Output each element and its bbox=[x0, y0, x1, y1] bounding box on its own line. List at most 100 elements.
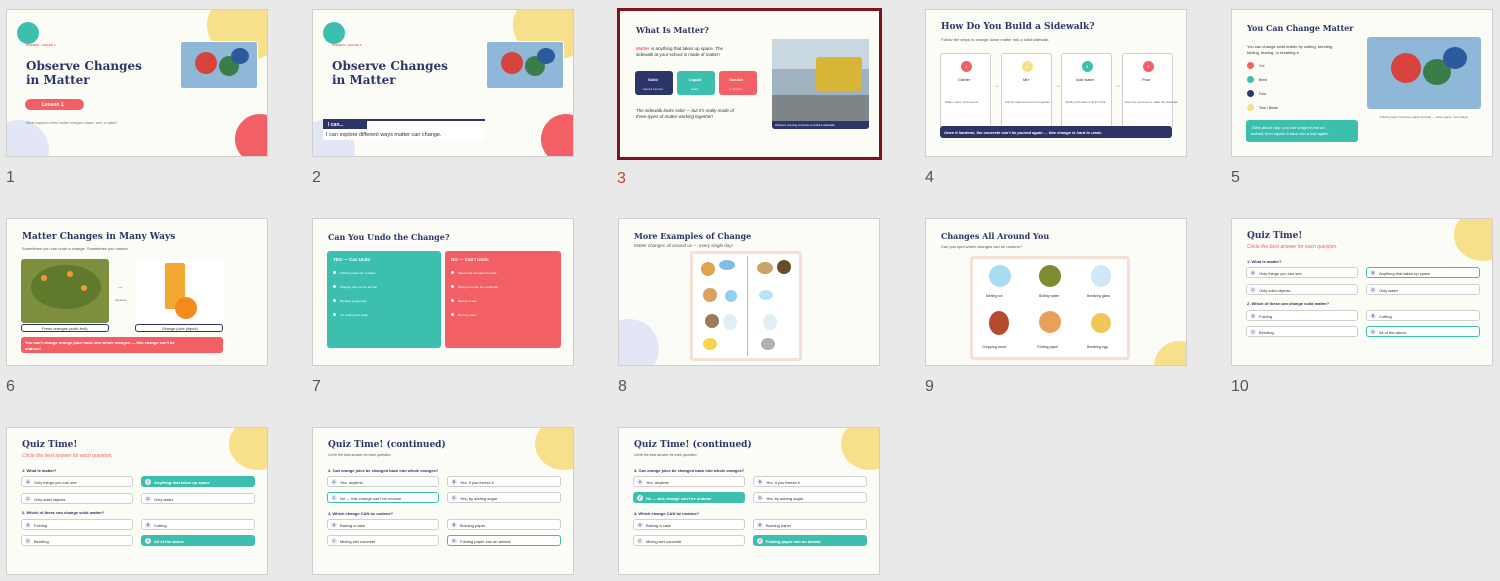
q2-option-d[interactable]: D All of the above bbox=[1366, 326, 1480, 337]
step-card-4: 4 Pour Pour the concrete to make the sid… bbox=[1122, 53, 1178, 128]
slide-number: 7 bbox=[312, 378, 321, 395]
q4-option-a[interactable]: A Baking a cake bbox=[633, 519, 745, 530]
yes-item: Bending a paperclip bbox=[340, 299, 367, 303]
bullet-icon bbox=[333, 271, 336, 274]
slide-thumbnail-6[interactable]: Matter Changes in Many Ways Sometimes yo… bbox=[6, 218, 268, 395]
slide-number: 2 bbox=[312, 169, 321, 186]
q2-option-a[interactable]: A Folding bbox=[21, 519, 133, 530]
slide-thumbnail-2[interactable]: SCIENCE • GRADE 3 Observe Changes in Mat… bbox=[312, 9, 574, 186]
q3-option-d[interactable]: D Yes, by adding sugar bbox=[753, 492, 867, 503]
slide-subtitle: Matter changes all around us — every sin… bbox=[634, 243, 733, 248]
step-label: Mix bbox=[1023, 77, 1030, 82]
q3-option-b[interactable]: B Yes, if you freeze it bbox=[753, 476, 867, 487]
q4-option-d-correct[interactable]: ✓ Folding paper into an animal bbox=[753, 535, 867, 546]
slide-6[interactable]: Matter Changes in Many Ways Sometimes yo… bbox=[6, 218, 268, 366]
q1-option-c[interactable]: C Only solid objects bbox=[1246, 284, 1358, 295]
q1-option-d[interactable]: D Only water bbox=[1366, 284, 1480, 295]
slide-10[interactable]: Quiz Time! Circle the best answer for ea… bbox=[1231, 218, 1493, 366]
slide-number: 10 bbox=[1231, 378, 1249, 395]
q2-option-b[interactable]: B Cutting bbox=[141, 519, 255, 530]
step-label: Add water bbox=[1076, 77, 1095, 82]
q2-option-b[interactable]: B Cutting bbox=[1366, 310, 1480, 321]
slide-thumbnail-4[interactable]: How Do You Build a Sidewalk? Follow the … bbox=[925, 9, 1187, 186]
slide-subtitle: Can you spot which changes can be undone… bbox=[941, 244, 1022, 249]
decor-circle bbox=[1154, 341, 1186, 365]
slide-thumbnail-9[interactable]: Changes All Around You Can you spot whic… bbox=[925, 218, 1187, 395]
item-label: Fold bbox=[1259, 92, 1266, 96]
q3-option-c-correct[interactable]: ✓ No — this change can't be undone bbox=[633, 492, 745, 503]
slide-subtitle: Circle the best answer for each question… bbox=[22, 453, 113, 459]
no-item: Baking a cake bbox=[458, 299, 477, 303]
slide-number: 3 bbox=[617, 170, 626, 187]
slide-11[interactable]: Quiz Time! Circle the best answer for ea… bbox=[6, 427, 268, 575]
slide-thumbnail-13[interactable]: Quiz Time! (continued) Circle the best a… bbox=[618, 427, 880, 581]
slide-sorter-grid: SCIENCE • GRADE 3 Observe Changes in Mat… bbox=[0, 0, 1500, 581]
slide-7[interactable]: Can You Undo the Change? YES — Can Undo … bbox=[312, 218, 574, 366]
q4-option-d[interactable]: D Folding paper into an animal bbox=[447, 535, 561, 546]
q2-option-c[interactable]: C Bending bbox=[1246, 326, 1358, 337]
kicker: SCIENCE • GRADE 3 bbox=[332, 43, 362, 47]
no-item: Burning paper bbox=[458, 313, 477, 317]
q2-option-d-correct[interactable]: ✓ All of the above bbox=[141, 535, 255, 546]
egg-icon bbox=[1091, 313, 1111, 333]
q4-option-b[interactable]: B Burning paper bbox=[753, 519, 867, 530]
ican-label-bg: I can... bbox=[323, 121, 367, 129]
q2-option-a[interactable]: A Folding bbox=[1246, 310, 1358, 321]
step-label: Gather bbox=[958, 77, 971, 82]
slide-4[interactable]: How Do You Build a Sidewalk? Follow the … bbox=[925, 9, 1187, 157]
item-label: Tear / Break bbox=[1259, 106, 1278, 110]
q3-option-b[interactable]: B Yes, if you freeze it bbox=[447, 476, 561, 487]
q3-option-d[interactable]: D Yes, by adding sugar bbox=[447, 492, 561, 503]
q1-option-d[interactable]: D Only water bbox=[141, 493, 255, 504]
step-desc: Slowly add water until it's thick bbox=[1065, 100, 1106, 104]
slide-title: Matter Changes in Many Ways bbox=[22, 232, 176, 242]
cut-icon bbox=[1247, 62, 1254, 69]
ice-icon bbox=[989, 265, 1011, 287]
q4-option-a[interactable]: A Baking a cake bbox=[327, 519, 439, 530]
caption: What happens when matter changes shape, … bbox=[26, 121, 118, 125]
slide-9[interactable]: Changes All Around You Can you spot whic… bbox=[925, 218, 1187, 366]
slide-8[interactable]: More Examples of Change Matter changes a… bbox=[618, 218, 880, 366]
banner: Once it hardens, the concrete can't be p… bbox=[940, 126, 1172, 138]
slide-thumbnail-8[interactable]: More Examples of Change Matter changes a… bbox=[618, 218, 880, 395]
slide-thumbnail-10[interactable]: Quiz Time! Circle the best answer for ea… bbox=[1231, 218, 1493, 395]
slide-1[interactable]: SCIENCE • GRADE 3 Observe Changes in Mat… bbox=[6, 9, 268, 157]
slide-title: Quiz Time! bbox=[22, 440, 78, 450]
q3-option-a[interactable]: A Yes, anytime bbox=[327, 476, 439, 487]
q1-option-a[interactable]: A Only things you can see bbox=[21, 476, 133, 487]
slide-thumbnail-11[interactable]: Quiz Time! Circle the best answer for ea… bbox=[6, 427, 268, 581]
left-label-box: Fresh oranges (solid fruit) bbox=[21, 324, 109, 332]
tear-icon bbox=[1247, 104, 1254, 111]
yes-item: Shaping clay into an animal bbox=[340, 285, 377, 289]
slide-12[interactable]: Quiz Time! (continued) Circle the best a… bbox=[312, 427, 574, 575]
slide-13[interactable]: Quiz Time! (continued) Circle the best a… bbox=[618, 427, 880, 575]
q3-option-c[interactable]: C No — this change can't be undone bbox=[327, 492, 439, 503]
slide-thumbnail-5[interactable]: You Can Change Matter You can change sol… bbox=[1231, 9, 1493, 186]
q1-option-b[interactable]: B Anything that takes up space bbox=[1366, 267, 1480, 278]
slide-3[interactable]: What Is Matter? Matter is anything that … bbox=[617, 8, 882, 160]
step-desc: Stir the sand and cement together bbox=[1005, 100, 1051, 104]
step-label: Pour bbox=[1142, 77, 1151, 82]
q4-option-b[interactable]: B Burning paper bbox=[447, 519, 561, 530]
slide-thumbnail-3[interactable]: What Is Matter? Matter is anything that … bbox=[617, 8, 882, 187]
decor-circle bbox=[619, 319, 659, 365]
banner-line-2: undone! bbox=[25, 346, 41, 351]
origami-image bbox=[486, 41, 564, 89]
slide-thumbnail-12[interactable]: Quiz Time! (continued) Circle the best a… bbox=[312, 427, 574, 581]
q4-option-c[interactable]: C Mixing wet concrete bbox=[327, 535, 439, 546]
q3-option-a[interactable]: A Yes, anytime bbox=[633, 476, 745, 487]
step-number-dot: 2 bbox=[1022, 61, 1033, 72]
q4-option-c[interactable]: C Mixing wet concrete bbox=[633, 535, 745, 546]
q1-option-c[interactable]: C Only solid objects bbox=[21, 493, 133, 504]
slide-thumbnail-1[interactable]: SCIENCE • GRADE 3 Observe Changes in Mat… bbox=[6, 9, 268, 186]
slide-title: You Can Change Matter bbox=[1247, 23, 1354, 33]
slide-5[interactable]: You Can Change Matter You can change sol… bbox=[1231, 9, 1493, 157]
slide-thumbnail-7[interactable]: Can You Undo the Change? YES — Can Undo … bbox=[312, 218, 574, 395]
bullet-icon bbox=[451, 271, 454, 274]
q1-option-a[interactable]: A Only things you can see bbox=[1246, 267, 1358, 278]
step-card-3: 3 Add water Slowly add water until it's … bbox=[1061, 53, 1112, 128]
q2-option-c[interactable]: C Bending bbox=[21, 535, 133, 546]
slide-title: Quiz Time! (continued) bbox=[634, 440, 752, 450]
q1-option-b-correct[interactable]: ✓ Anything that takes up space bbox=[141, 476, 255, 487]
slide-2[interactable]: SCIENCE • GRADE 3 Observe Changes in Mat… bbox=[312, 9, 574, 157]
